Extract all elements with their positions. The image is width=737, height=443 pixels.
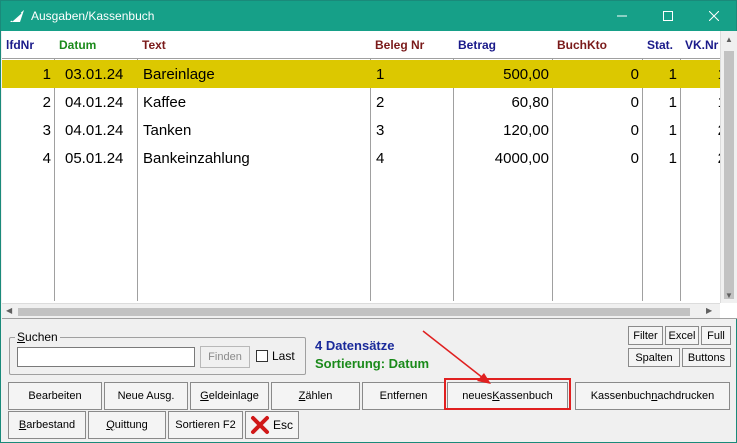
scroll-up-icon[interactable]: ▲: [725, 35, 733, 44]
scroll-left-icon[interactable]: ◀: [6, 306, 12, 315]
table-row[interactable]: 2 04.01.24 Kaffee 2 60,80 0 1 1: [2, 88, 726, 116]
cell-datum: 04.01.24: [65, 122, 124, 139]
cell-lfdnr: 3: [42, 122, 51, 139]
cell-text: Tanken: [143, 122, 192, 139]
nachdrucken-label: achdrucken: [657, 390, 715, 402]
cell-betrag: 120,00: [503, 122, 549, 139]
zaehlen-button[interactable]: Zählen: [271, 382, 360, 410]
last-checkbox[interactable]: [256, 350, 268, 362]
cell-datum: 03.01.24: [65, 66, 124, 83]
zaehlen-label: ählen: [305, 390, 333, 402]
neue-ausgabe-button[interactable]: Neue Ausg.: [104, 382, 188, 410]
scroll-thumb[interactable]: [18, 308, 690, 316]
finden-button[interactable]: Finden: [200, 346, 250, 368]
close-icon: [709, 11, 719, 21]
barbestand-label: arbestand: [26, 419, 76, 431]
scroll-right-icon[interactable]: ▶: [706, 306, 712, 315]
table-row[interactable]: 4 05.01.24 Bankeinzahlung 4 4000,00 0 1 …: [2, 144, 726, 172]
quittung-button[interactable]: Quittung: [88, 411, 166, 439]
cell-datum: 04.01.24: [65, 94, 124, 111]
entfernen-button[interactable]: Entfernen: [362, 382, 445, 410]
kassenbuch-window: Ausgaben/Kassenbuch lfdNr Datum Text Bel…: [0, 0, 737, 443]
cell-stat: 1: [668, 66, 677, 83]
sortieren-button[interactable]: Sortieren F2: [168, 411, 243, 439]
cell-stat: 1: [668, 150, 677, 167]
search-legend-accel: S: [17, 330, 26, 344]
app-logo-icon: [10, 10, 24, 22]
header-lfdnr[interactable]: lfdNr: [2, 31, 55, 59]
header-text[interactable]: Text: [138, 31, 371, 59]
minimize-button[interactable]: [599, 1, 645, 31]
data-grid[interactable]: lfdNr Datum Text Beleg Nr Betrag BuchKto…: [2, 31, 737, 319]
cell-buchkto: 0: [630, 94, 639, 111]
red-x-icon: [251, 416, 269, 434]
scroll-thumb[interactable]: [724, 51, 734, 299]
cell-buchkto: 0: [630, 122, 639, 139]
bearbeiten-button[interactable]: Bearbeiten: [8, 382, 102, 410]
minimize-icon: [617, 15, 627, 17]
cell-buchkto: 0: [630, 150, 639, 167]
nachdrucken-label-pre: Kassenbuch: [590, 390, 652, 402]
kassenbuch-nachdrucken-button[interactable]: Kassenbuch n achdrucken: [575, 382, 730, 410]
vertical-scrollbar[interactable]: ▲ ▼: [720, 31, 737, 303]
buttons-button[interactable]: Buttons: [682, 348, 731, 367]
full-button[interactable]: Full: [701, 326, 731, 345]
header-beleg-nr[interactable]: Beleg Nr: [371, 31, 454, 59]
spalten-button[interactable]: Spalten: [628, 348, 680, 367]
window-title: Ausgaben/Kassenbuch: [31, 9, 155, 23]
cell-beleg: 4: [376, 150, 385, 167]
grid-header: lfdNr Datum Text Beleg Nr Betrag BuchKto…: [2, 31, 737, 59]
barbestand-accel: B: [18, 419, 27, 431]
esc-label: Esc: [273, 418, 294, 432]
cell-beleg: 3: [376, 122, 385, 139]
cell-lfdnr: 2: [42, 94, 51, 111]
filter-button[interactable]: Filter: [628, 326, 663, 345]
header-vknr[interactable]: VK.Nr: [681, 31, 720, 59]
cell-text: Bankeinzahlung: [143, 150, 250, 167]
cell-lfdnr: 1: [42, 66, 51, 83]
cell-beleg: 2: [376, 94, 385, 111]
scroll-down-icon[interactable]: ▼: [725, 291, 733, 300]
cell-buchkto: 0: [630, 66, 639, 83]
excel-button[interactable]: Excel: [665, 326, 699, 345]
cell-beleg: 1: [376, 66, 385, 83]
last-label: Last: [272, 349, 295, 363]
cell-betrag: 60,80: [511, 94, 549, 111]
maximize-button[interactable]: [645, 1, 691, 31]
header-buchkto[interactable]: BuchKto: [553, 31, 643, 59]
cell-betrag: 4000,00: [494, 150, 549, 167]
close-button[interactable]: [691, 1, 737, 31]
cell-stat: 1: [668, 94, 677, 111]
quittung-accel: Q: [106, 419, 115, 431]
record-count: 4 Datensätze: [315, 338, 395, 353]
cell-lfdnr: 4: [42, 150, 51, 167]
table-row[interactable]: 3 04.01.24 Tanken 3 120,00 0 1 2: [2, 116, 726, 144]
header-betrag[interactable]: Betrag: [454, 31, 553, 59]
cell-stat: 1: [668, 122, 677, 139]
search-input[interactable]: [17, 347, 195, 367]
geldeinlage-accel: G: [200, 390, 209, 402]
sort-status: Sortierung: Datum: [315, 356, 430, 371]
cell-betrag: 500,00: [503, 66, 549, 83]
search-legend-text: uchen: [25, 330, 58, 344]
table-row[interactable]: 1 03.01.24 Bareinlage 1 500,00 0 1 1: [2, 60, 726, 88]
geldeinlage-label: eldeinlage: [208, 390, 259, 402]
geldeinlage-button[interactable]: Geldeinlage: [190, 382, 269, 410]
quittung-label: uittung: [114, 419, 148, 431]
cell-text: Kaffee: [143, 94, 187, 111]
cell-datum: 05.01.24: [65, 150, 124, 167]
horizontal-scrollbar[interactable]: ◀ ▶: [2, 303, 720, 318]
cell-text: Bareinlage: [143, 66, 215, 83]
highlight-box: [444, 378, 571, 410]
zaehlen-accel: Z: [298, 390, 306, 402]
search-legend: Suchen: [15, 330, 60, 344]
barbestand-button[interactable]: Barbestand: [8, 411, 86, 439]
header-datum[interactable]: Datum: [55, 31, 138, 59]
esc-button[interactable]: Esc: [245, 411, 299, 439]
maximize-icon: [663, 11, 673, 21]
title-bar: Ausgaben/Kassenbuch: [1, 1, 736, 31]
header-stat[interactable]: Stat.: [643, 31, 681, 59]
